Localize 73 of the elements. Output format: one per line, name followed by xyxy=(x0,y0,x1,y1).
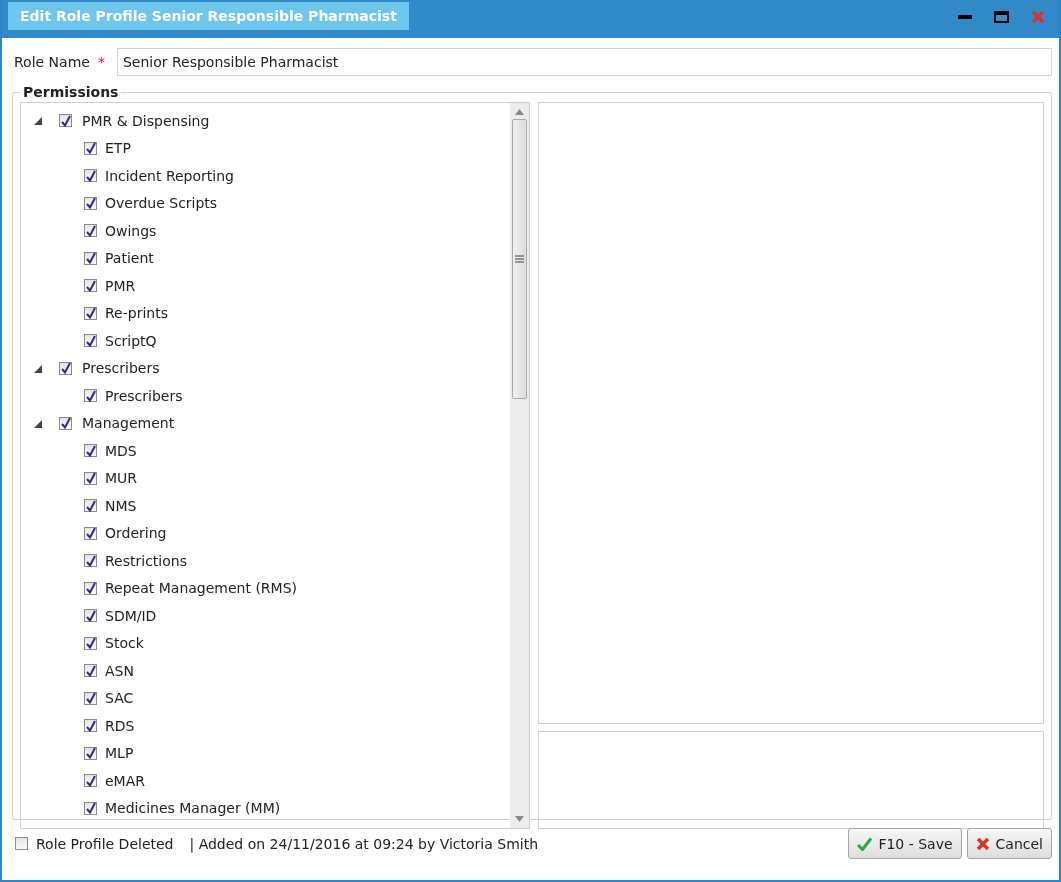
permission-label: Restrictions xyxy=(105,552,187,569)
permission-label: RDS xyxy=(105,717,135,734)
expander-icon[interactable] xyxy=(33,363,42,373)
group-label: Prescribers xyxy=(82,360,160,377)
permission-checkbox[interactable] xyxy=(84,719,97,733)
permission-checkbox[interactable] xyxy=(84,664,97,678)
check-icon xyxy=(857,836,873,851)
permission-checkbox[interactable] xyxy=(84,774,97,788)
expander-icon[interactable] xyxy=(33,116,42,126)
permission-label: eMAR xyxy=(105,772,145,789)
permission-label: MDS xyxy=(105,442,137,459)
permission-label: Re-prints xyxy=(105,305,168,322)
permission-label: ETP xyxy=(105,140,131,157)
group-checkbox[interactable] xyxy=(59,416,72,430)
permission-checkbox[interactable] xyxy=(84,691,97,705)
expander-icon[interactable] xyxy=(33,418,42,428)
permission-checkbox[interactable] xyxy=(84,444,97,458)
required-mark: * xyxy=(97,54,105,70)
permission-label: Ordering xyxy=(105,525,167,542)
permission-label: ScriptQ xyxy=(105,332,157,349)
scroll-down-icon[interactable] xyxy=(515,816,524,822)
permission-label: NMS xyxy=(105,497,137,514)
role-name-field[interactable]: Senior Responsible Pharmacist xyxy=(116,48,1052,76)
permission-checkbox[interactable] xyxy=(84,141,97,155)
permission-checkbox[interactable] xyxy=(84,196,97,210)
permission-label: SDM/ID xyxy=(105,607,157,624)
permission-checkbox[interactable] xyxy=(84,169,97,183)
permission-checkbox[interactable] xyxy=(84,471,97,485)
permission-label: Patient xyxy=(105,250,154,267)
permission-checkbox[interactable] xyxy=(84,554,97,568)
permission-checkbox[interactable] xyxy=(84,801,97,815)
permission-checkbox[interactable] xyxy=(84,334,97,348)
added-info: | Added on 24/11/2016 at 09:24 by Victoria Smith xyxy=(189,835,539,852)
permission-label: SAC xyxy=(105,690,134,707)
permission-label: PMR xyxy=(105,277,136,294)
cancel-button[interactable]: Cancel xyxy=(966,828,1052,859)
permission-checkbox[interactable] xyxy=(84,526,97,540)
permissions-title: Permissions xyxy=(22,84,120,100)
permission-label: Owings xyxy=(105,222,157,239)
permission-checkbox[interactable] xyxy=(84,609,97,623)
group-checkbox[interactable] xyxy=(59,361,72,375)
permission-checkbox[interactable] xyxy=(84,581,97,595)
permission-label: Overdue Scripts xyxy=(105,195,218,212)
role-name-label: Role Name xyxy=(14,54,90,70)
permission-checkbox[interactable] xyxy=(84,746,97,760)
permission-label: Incident Reporting xyxy=(105,167,234,184)
cross-icon xyxy=(975,836,990,851)
maximize-icon[interactable] xyxy=(994,11,1009,23)
scrollbar[interactable] xyxy=(510,103,529,828)
permission-checkbox[interactable] xyxy=(84,224,97,238)
save-button[interactable]: F10 - Save xyxy=(848,828,962,859)
permission-label: Stock xyxy=(105,635,144,652)
permission-label: Medicines Manager (MM) xyxy=(105,800,281,817)
permission-label: Repeat Management (RMS) xyxy=(105,580,298,597)
scroll-thumb[interactable] xyxy=(512,119,527,399)
deleted-label: Role Profile Deleted xyxy=(36,835,174,852)
permission-checkbox[interactable] xyxy=(84,279,97,293)
grip-icon xyxy=(515,255,524,263)
permission-label: ASN xyxy=(105,662,134,679)
permission-checkbox[interactable] xyxy=(84,251,97,265)
permission-checkbox[interactable] xyxy=(84,499,97,513)
window-title: Edit Role Profile Senior Responsible Pharmacist xyxy=(8,2,409,30)
permission-checkbox[interactable] xyxy=(84,389,97,403)
permission-checkbox[interactable] xyxy=(84,306,97,320)
permission-checkbox[interactable] xyxy=(84,636,97,650)
group-checkbox[interactable] xyxy=(59,114,72,128)
deleted-checkbox[interactable] xyxy=(15,837,28,850)
permission-label: MLP xyxy=(105,745,134,762)
permission-label: MUR xyxy=(105,470,138,487)
permission-label: Prescribers xyxy=(105,387,183,404)
group-label: Management xyxy=(82,415,175,432)
scroll-up-icon[interactable] xyxy=(515,109,524,115)
group-label: PMR & Dispensing xyxy=(82,112,210,129)
